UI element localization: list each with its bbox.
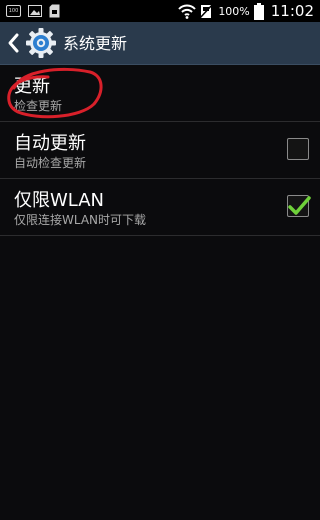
screen: 100 100% 11:02 系统更新 更新 检查更新 自动更新 自动检查更新 … — [0, 0, 320, 520]
status-icons: 100% 11:02 — [178, 2, 314, 20]
back-button[interactable] — [4, 31, 24, 55]
check-icon — [288, 196, 311, 215]
status-bar: 100 100% 11:02 — [0, 0, 320, 22]
chevron-left-icon — [8, 33, 19, 53]
setting-title: 仅限WLAN — [14, 190, 105, 211]
wifi-icon — [178, 4, 197, 19]
no-sim-icon — [200, 3, 214, 19]
setting-subtitle: 检查更新 — [14, 99, 63, 113]
setting-row-auto-update[interactable]: 自动更新 自动检查更新 — [0, 122, 320, 179]
settings-list: 更新 检查更新 自动更新 自动检查更新 仅限WLAN 仅限连接WLAN时可下载 — [0, 65, 320, 236]
battery-icon — [253, 2, 264, 20]
notification-icons: 100 — [6, 3, 60, 19]
setting-subtitle: 仅限连接WLAN时可下载 — [14, 213, 147, 227]
page-title: 系统更新 — [63, 34, 128, 53]
setting-row-update[interactable]: 更新 检查更新 — [0, 65, 320, 122]
gear-icon — [25, 27, 57, 59]
setting-subtitle: 自动检查更新 — [14, 156, 87, 170]
battery-percent: 100% — [218, 4, 250, 18]
action-bar: 系统更新 — [0, 22, 320, 65]
auto-update-checkbox[interactable] — [287, 138, 309, 160]
setting-title: 自动更新 — [14, 133, 86, 154]
wlan-only-checkbox[interactable] — [287, 195, 311, 217]
calendar-icon: 100 — [6, 5, 21, 17]
setting-title: 更新 — [14, 76, 50, 97]
setting-row-wlan-only[interactable]: 仅限WLAN 仅限连接WLAN时可下载 — [0, 179, 320, 236]
sd-card-icon — [49, 4, 60, 18]
image-icon — [28, 5, 42, 17]
clock: 11:02 — [270, 2, 314, 20]
